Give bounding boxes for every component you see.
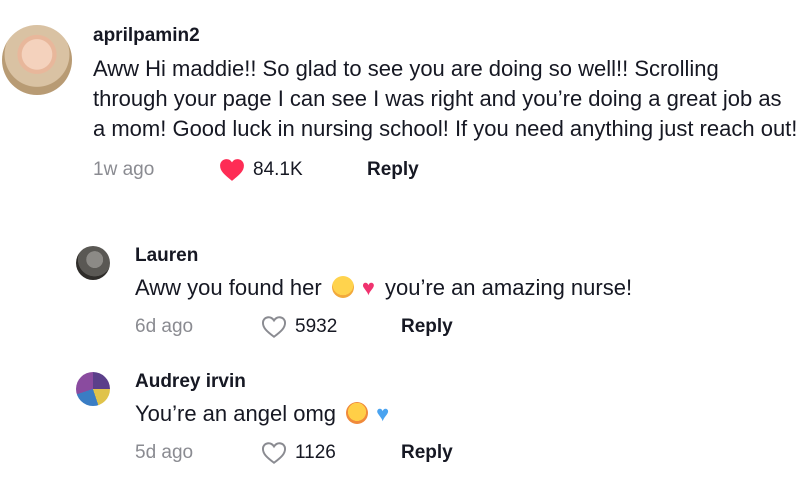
avatar[interactable] xyxy=(76,372,110,406)
reply-item: Lauren Aww you found her ♥ you’re an ama… xyxy=(76,244,632,339)
comment-meta: 5d ago 1126 Reply xyxy=(135,441,453,465)
crying-face-emoji xyxy=(346,402,369,424)
comment-text: Aww you found her ♥ you’re an amazing nu… xyxy=(135,273,632,303)
comment-timestamp: 1w ago xyxy=(93,159,155,180)
like-button[interactable]: 1126 xyxy=(261,441,401,465)
comment-timestamp: 5d ago xyxy=(135,442,194,463)
comment-meta: 1w ago 84.1K Reply xyxy=(93,158,799,182)
avatar[interactable] xyxy=(2,25,72,95)
comment-username[interactable]: aprilpamin2 xyxy=(93,24,799,48)
like-count: 5932 xyxy=(295,316,338,337)
avatar[interactable] xyxy=(76,246,110,280)
comment-text: You’re an angel omg ♥ xyxy=(135,399,453,429)
reply-button[interactable]: Reply xyxy=(401,315,453,339)
heart-outline-icon xyxy=(261,316,287,338)
reply-button[interactable]: Reply xyxy=(367,158,419,182)
comment-username[interactable]: Lauren xyxy=(135,244,632,268)
comment-text-part: you’re an amazing nurse! xyxy=(385,275,633,300)
comment-item: aprilpamin2 Aww Hi maddie!! So glad to s… xyxy=(0,20,800,182)
comment-meta: 6d ago 5932 Reply xyxy=(135,315,632,339)
comment-text-part: Aww you found her xyxy=(135,275,322,300)
comment-body: Audrey irvin You’re an angel omg ♥ 5d ag… xyxy=(135,370,453,465)
reply-button[interactable]: Reply xyxy=(401,441,453,465)
comment-timestamp: 6d ago xyxy=(135,316,194,337)
blue-heart-emoji: ♥ xyxy=(376,401,390,426)
like-button[interactable]: 5932 xyxy=(261,315,401,339)
comment-body: aprilpamin2 Aww Hi maddie!! So glad to s… xyxy=(93,20,799,182)
comment-text-part: You’re an angel omg xyxy=(135,401,337,426)
pink-heart-emoji: ♥ xyxy=(361,275,375,300)
heart-outline-icon xyxy=(261,442,287,464)
like-count: 1126 xyxy=(295,442,336,463)
reply-item: Audrey irvin You’re an angel omg ♥ 5d ag… xyxy=(76,370,453,465)
heart-filled-icon xyxy=(220,159,244,181)
comment-text: Aww Hi maddie!! So glad to see you are d… xyxy=(93,56,798,141)
comment-username[interactable]: Audrey irvin xyxy=(135,370,453,394)
like-count: 84.1K xyxy=(253,159,303,180)
comment-body: Lauren Aww you found her ♥ you’re an ama… xyxy=(135,244,632,339)
weary-face-emoji xyxy=(331,276,354,298)
like-button[interactable]: 84.1K xyxy=(219,158,367,182)
